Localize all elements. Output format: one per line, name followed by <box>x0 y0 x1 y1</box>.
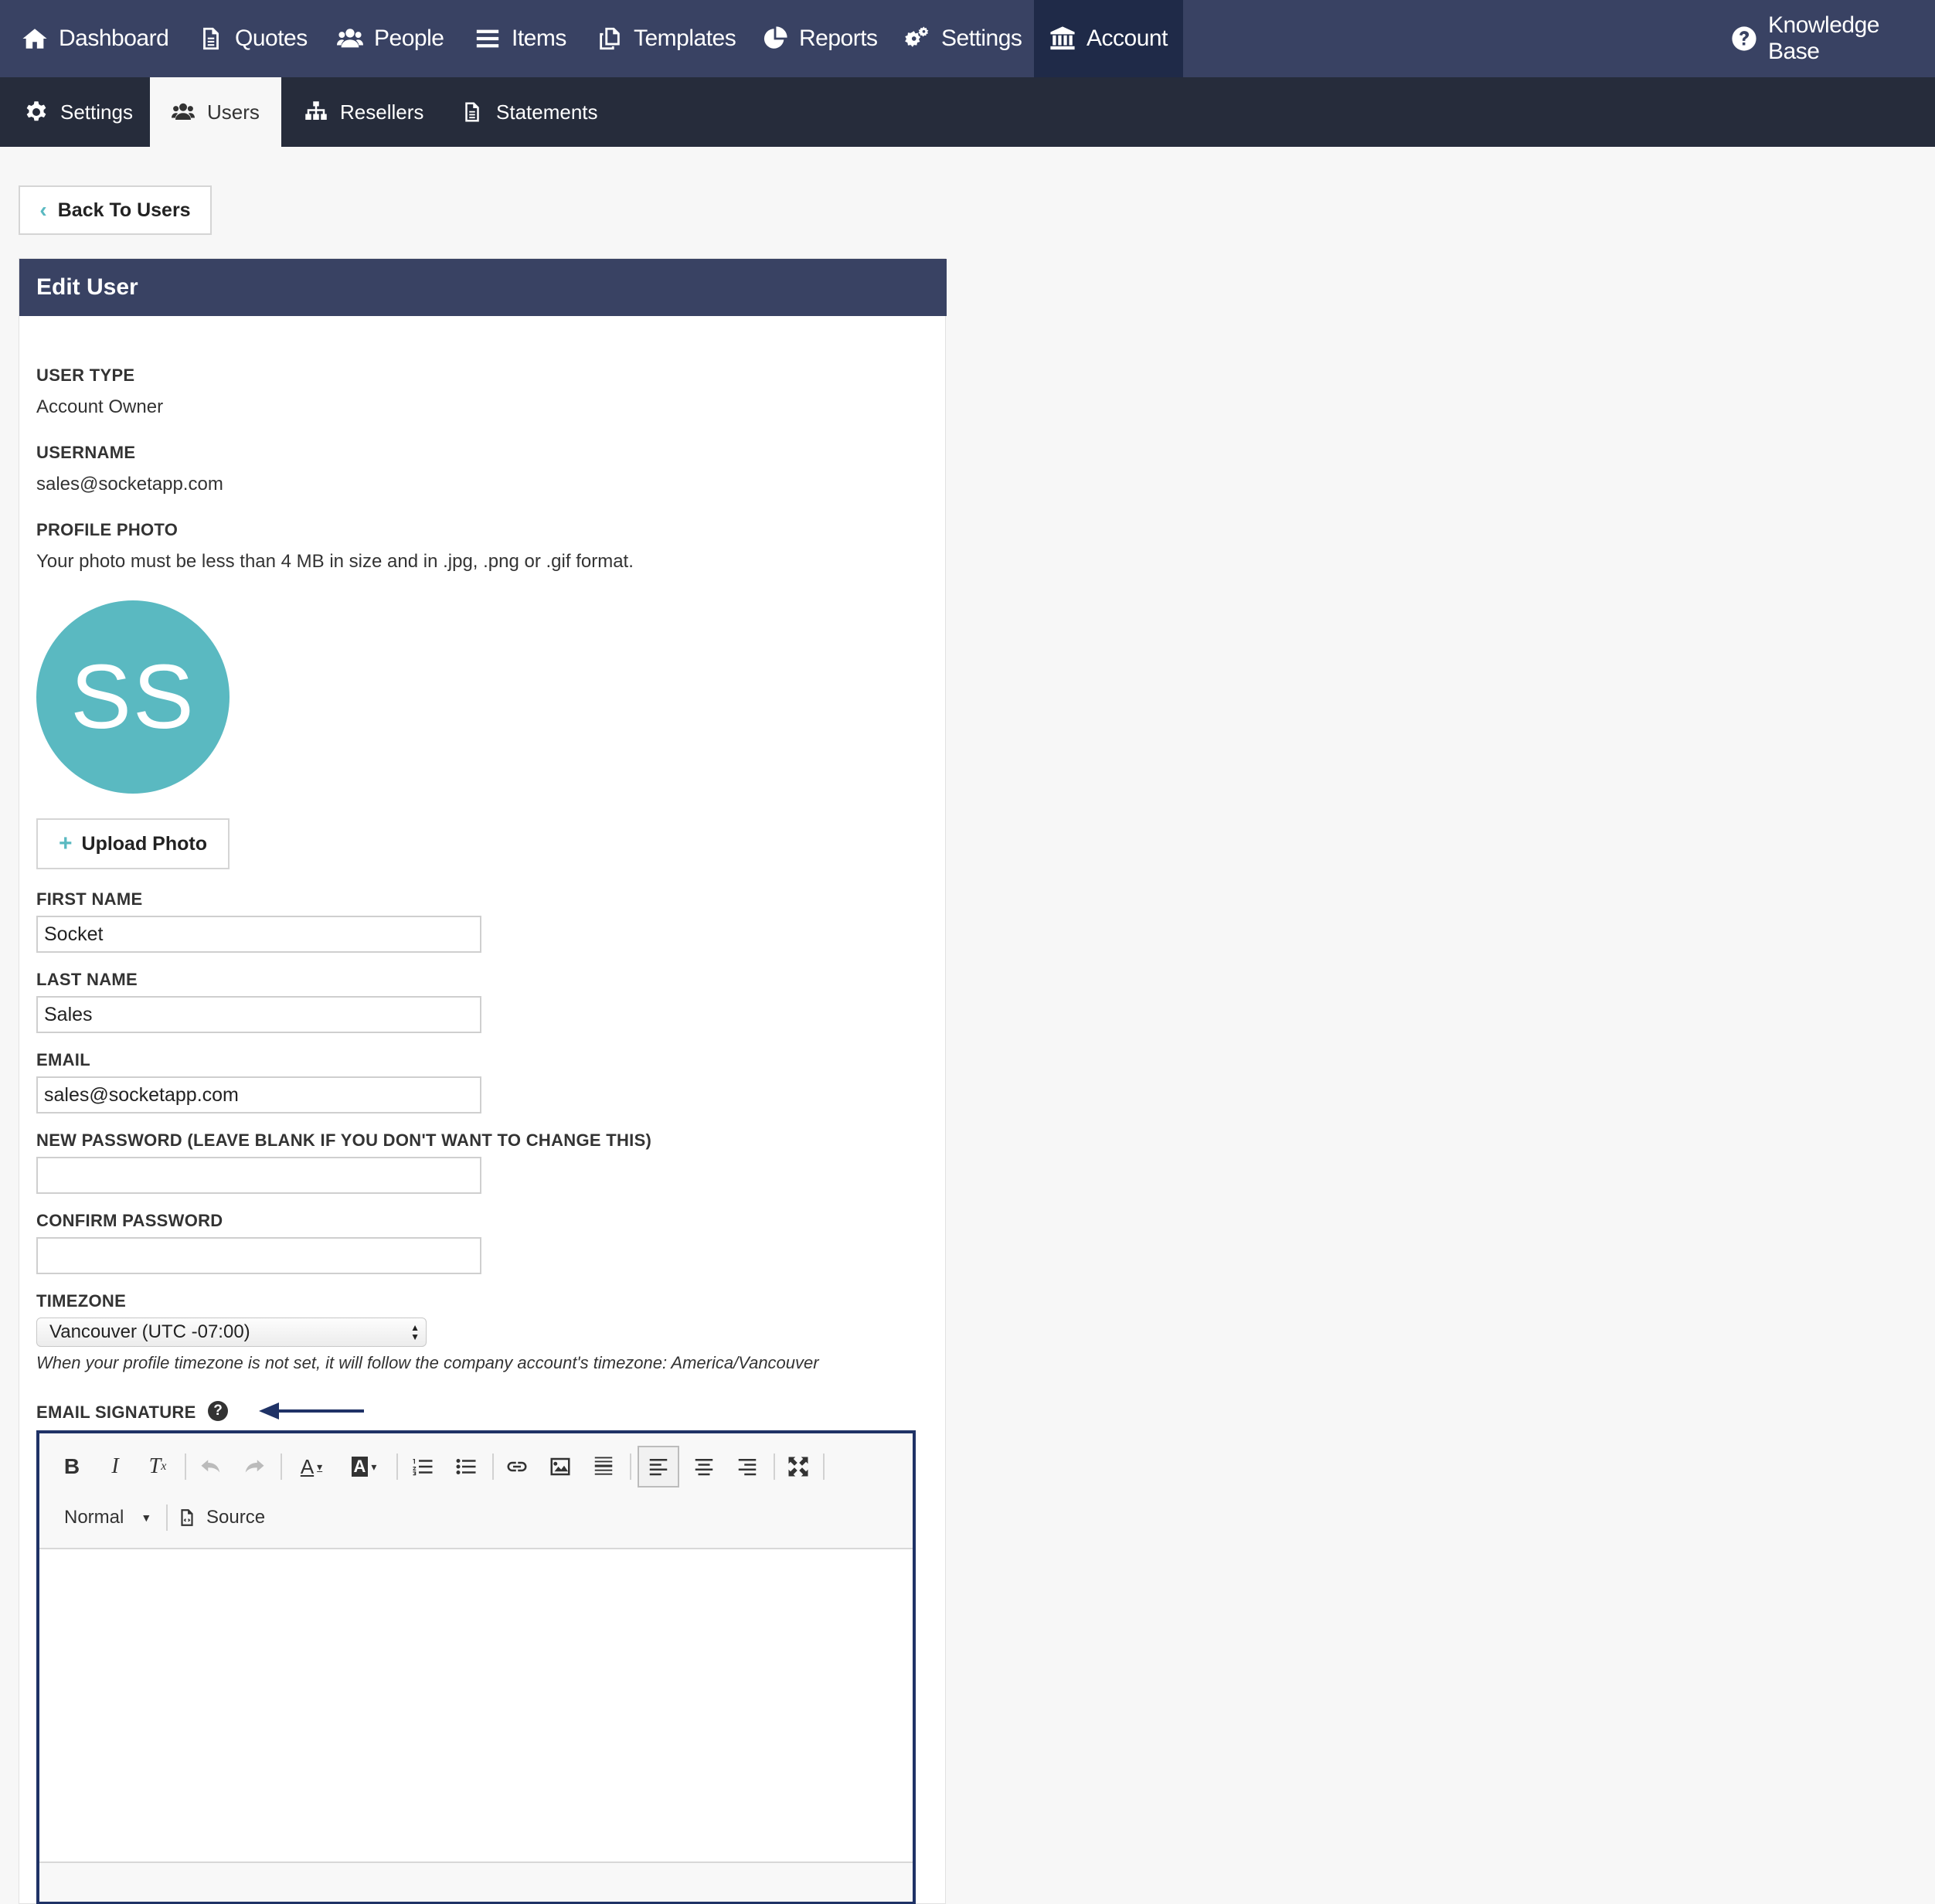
username-label: USERNAME <box>36 443 136 462</box>
redo-icon <box>245 1460 264 1473</box>
align-center-button[interactable] <box>687 1447 721 1486</box>
subnav-settings[interactable]: Settings <box>25 77 133 147</box>
document-icon <box>203 27 219 50</box>
help-icon[interactable]: ? <box>208 1401 228 1421</box>
profile-photo-hint: Your photo must be less than 4 MB in siz… <box>36 551 634 572</box>
profile-photo-label: PROFILE PHOTO <box>36 520 179 539</box>
maximize-button[interactable] <box>781 1447 815 1486</box>
align-right-icon <box>738 1459 757 1476</box>
back-to-users-button[interactable]: ‹ Back To Users <box>19 185 212 235</box>
home-icon <box>22 29 47 49</box>
nav-quotes[interactable]: Quotes <box>198 0 308 77</box>
nav-settings[interactable]: Settings <box>904 0 1022 77</box>
caret-down-icon: ▼ <box>141 1511 152 1524</box>
document-icon <box>465 102 479 122</box>
editor-status-bar <box>39 1862 913 1902</box>
users-icon <box>337 29 363 48</box>
align-center-icon <box>695 1459 713 1476</box>
editor-content-area[interactable] <box>39 1551 913 1860</box>
first-name-label: FIRST NAME <box>36 889 143 909</box>
subnav-resellers[interactable]: Resellers <box>304 77 423 147</box>
timezone-label: TIMEZONE <box>36 1291 127 1311</box>
align-right-button[interactable] <box>730 1447 764 1486</box>
first-name-field[interactable]: Socket <box>36 916 481 953</box>
question-circle-icon <box>1732 26 1756 51</box>
copy-icon <box>600 27 620 50</box>
plus-icon: + <box>58 831 73 856</box>
list-icon <box>476 29 499 48</box>
italic-button[interactable]: I <box>100 1447 131 1486</box>
arrow-left-icon <box>259 1402 364 1420</box>
subnav-statements[interactable]: Statements <box>461 77 598 147</box>
last-name-field[interactable]: Sales <box>36 996 481 1033</box>
redo-button[interactable] <box>237 1447 271 1486</box>
remove-format-button[interactable]: Tx <box>140 1447 175 1486</box>
sitemap-icon <box>305 101 327 120</box>
timezone-hint: When your profile timezone is not set, i… <box>36 1353 819 1372</box>
panel-title: Edit User <box>19 259 947 316</box>
numbered-list-button[interactable] <box>406 1447 440 1486</box>
bullet-list-icon <box>456 1459 476 1474</box>
align-left-icon <box>649 1459 668 1476</box>
confirm-password-field[interactable] <box>36 1237 481 1274</box>
upload-photo-button[interactable]: + Upload Photo <box>36 818 230 869</box>
nav-templates[interactable]: Templates <box>597 0 736 77</box>
email-signature-label: EMAIL SIGNATURE <box>36 1402 196 1422</box>
bullet-list-button[interactable] <box>449 1447 483 1486</box>
new-password-field[interactable] <box>36 1157 481 1194</box>
pie-chart-icon <box>763 26 787 49</box>
users-icon <box>172 103 195 120</box>
avatar: SS <box>36 600 230 794</box>
timezone-select[interactable]: Vancouver (UTC -07:00) ▲ ▼ <box>36 1318 427 1347</box>
background-color-button[interactable]: A ▾ <box>344 1447 384 1486</box>
format-dropdown[interactable]: Normal ▼ <box>55 1498 155 1537</box>
nav-dashboard[interactable]: Dashboard <box>22 0 169 77</box>
sub-navigation: Settings Users Resellers Statements <box>0 77 1935 147</box>
source-button[interactable]: Source <box>177 1498 277 1537</box>
select-arrows-icon: ▲ ▼ <box>410 1322 420 1342</box>
nav-reports[interactable]: Reports <box>762 0 878 77</box>
gears-icon <box>905 26 929 47</box>
maximize-icon <box>788 1457 808 1477</box>
user-type-value: Account Owner <box>36 396 164 417</box>
align-left-button[interactable] <box>638 1446 679 1488</box>
email-field[interactable]: sales@socketapp.com <box>36 1076 481 1114</box>
image-icon <box>550 1457 570 1476</box>
edit-user-panel: Edit User USER TYPE Account Owner USERNA… <box>19 258 947 1904</box>
gear-icon <box>26 101 46 121</box>
nav-items[interactable]: Items <box>474 0 566 77</box>
bank-icon <box>1050 26 1075 50</box>
source-icon <box>181 1509 193 1526</box>
email-label: EMAIL <box>36 1050 90 1069</box>
last-name-label: LAST NAME <box>36 970 138 989</box>
nav-people[interactable]: People <box>337 0 444 77</box>
email-signature-editor: B I Tx A ▾ A ▾ Normal ▼ Source <box>36 1430 916 1904</box>
chevron-left-icon: ‹ <box>39 198 47 222</box>
numbered-list-icon <box>413 1459 433 1476</box>
confirm-password-label: CONFIRM PASSWORD <box>36 1211 223 1230</box>
undo-icon <box>201 1460 220 1473</box>
nav-knowledge-base[interactable]: Knowledge Base <box>1731 0 1935 77</box>
subnav-users[interactable]: Users <box>150 77 281 147</box>
new-password-label: NEW PASSWORD (LEAVE BLANK IF YOU DON'T W… <box>36 1130 652 1150</box>
horizontal-rule-icon <box>594 1457 613 1475</box>
bold-button[interactable]: B <box>56 1447 87 1486</box>
link-button[interactable] <box>500 1447 534 1486</box>
user-type-label: USER TYPE <box>36 366 135 385</box>
text-color-button[interactable]: A ▾ <box>291 1447 332 1486</box>
horizontal-line-button[interactable] <box>587 1447 621 1486</box>
undo-button[interactable] <box>194 1447 228 1486</box>
editor-toolbar: B I Tx A ▾ A ▾ Normal ▼ Source <box>39 1433 913 1549</box>
image-button[interactable] <box>543 1447 577 1486</box>
link-icon <box>507 1461 527 1472</box>
top-navigation: Dashboard Quotes People Items Templates … <box>0 0 1935 77</box>
nav-account[interactable]: Account <box>1034 0 1183 77</box>
username-value: sales@socketapp.com <box>36 474 223 495</box>
